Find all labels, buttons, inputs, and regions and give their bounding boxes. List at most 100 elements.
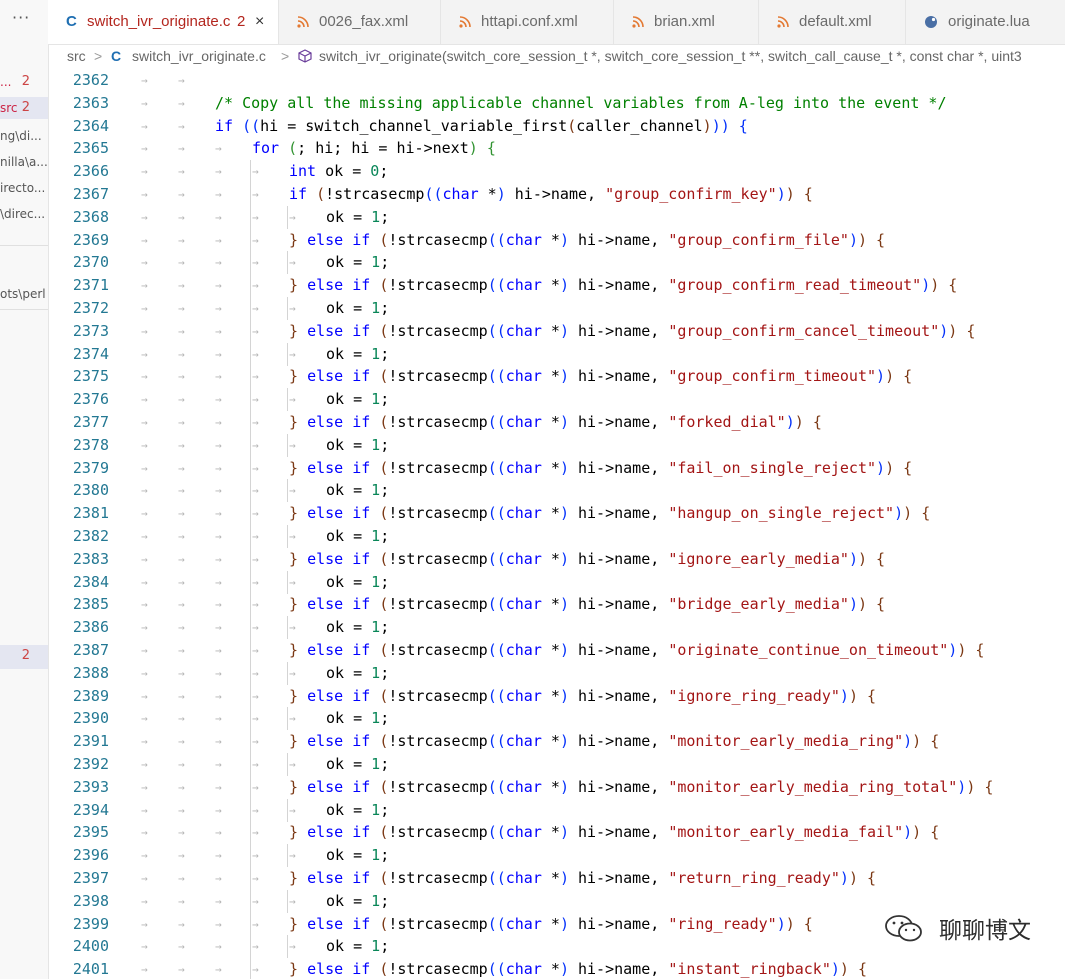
code-line[interactable]: 2370 → → → → → ok = 1; — [48, 251, 1065, 275]
line-number: 2362 — [72, 71, 109, 89]
tab-whitespace-icon: → — [215, 142, 222, 156]
code-line[interactable]: 2378 → → → → → ok = 1; — [48, 433, 1065, 457]
tab-whitespace-icon: → — [141, 712, 148, 726]
indent-guide — [250, 251, 251, 275]
code-line[interactable]: 2362 → → — [48, 69, 1065, 92]
code-line[interactable]: 2365 → → → for (; hi; hi = hi->next) { — [48, 137, 1065, 160]
tab-whitespace-icon: → — [215, 165, 222, 179]
code-line[interactable]: 2394 → → → → → ok = 1; — [48, 798, 1065, 822]
explorer-item[interactable]: ... 2 — [0, 71, 48, 93]
code-line[interactable]: 2380 → → → → → ok = 1; — [48, 479, 1065, 503]
code-line[interactable]: 2384 → → → → → ok = 1; — [48, 570, 1065, 594]
code-line[interactable]: 2369 → → → →} else if (!strcasecmp((char *) … — [48, 228, 1065, 252]
code-line[interactable]: 2385 → → → →} else if (!strcasecmp((char *) … — [48, 593, 1065, 617]
code-editor[interactable]: 2362 → → 2363 → → /* Copy all the missing appl… — [48, 67, 1065, 979]
line-number: 2377 — [72, 413, 109, 431]
code-line[interactable]: 2395 → → → →} else if (!strcasecmp((char *) … — [48, 821, 1065, 845]
indent-guide — [287, 707, 288, 731]
explorer-item[interactable]: nilla\a... — [0, 151, 48, 173]
tab-0026-fax[interactable]: 0026_fax.xml — [279, 0, 441, 44]
tab-brian[interactable]: brian.xml — [614, 0, 759, 44]
explorer-divider — [0, 309, 48, 310]
code-line[interactable]: 2390 → → → → → ok = 1; — [48, 707, 1065, 731]
tab-whitespace-icon: → — [252, 279, 259, 293]
explorer-item[interactable]: \direc... — [0, 203, 48, 225]
tab-whitespace-icon: → — [141, 552, 148, 566]
code-line[interactable]: 2392 → → → → → ok = 1; — [48, 753, 1065, 776]
indent-guide — [250, 319, 251, 343]
code-line[interactable]: 2371 → → → →} else if (!strcasecmp((char *) … — [48, 274, 1065, 298]
code-line[interactable]: 2387 → → → →} else if (!strcasecmp((char *) … — [48, 639, 1065, 662]
explorer-item[interactable]: ots\perl — [0, 283, 48, 305]
code-line[interactable]: 2368 → → → → → ok = 1; — [48, 205, 1065, 229]
tab-whitespace-icon: → — [215, 963, 222, 977]
tab-whitespace-icon: → — [178, 416, 185, 429]
indent-guide — [250, 183, 251, 206]
code-line[interactable]: 2374 → → → → → ok = 1; — [48, 342, 1065, 366]
code-line[interactable]: 2363 → → /* Copy all the missing applicable… — [48, 92, 1065, 115]
tab-whitespace-icon: → — [215, 712, 222, 726]
tab-whitespace-icon: → — [289, 575, 296, 589]
tab-whitespace-icon: → — [141, 917, 148, 931]
indent-guide — [250, 730, 251, 754]
line-number: 2372 — [72, 299, 109, 317]
indent-guide — [287, 844, 288, 868]
indent-guide — [250, 547, 251, 571]
code-text: /* Copy all the missing applicable chann… — [215, 93, 947, 112]
code-line[interactable]: 2372 → → → → → ok = 1; — [48, 297, 1065, 320]
c-file-icon: C — [66, 13, 77, 30]
tab-whitespace-icon: → — [215, 393, 222, 407]
more-actions-icon[interactable]: ··· — [12, 8, 30, 27]
code-line[interactable]: 2377 → → → →} else if (!strcasecmp((char *) … — [48, 411, 1065, 434]
code-line[interactable]: 2398 → → → → → ok = 1; — [48, 889, 1065, 913]
code-line[interactable]: 2386 → → → → → ok = 1; — [48, 616, 1065, 640]
tab-whitespace-icon: → — [252, 438, 259, 452]
explorer-item-src[interactable]: src 2 — [0, 97, 48, 119]
tab-default[interactable]: default.xml — [759, 0, 906, 44]
explorer-item[interactable]: irecto... — [0, 177, 48, 199]
breadcrumb-folder[interactable]: src — [67, 45, 86, 67]
code-line[interactable]: 2366 → → → → int ok = 0; — [48, 160, 1065, 184]
breadcrumb-file[interactable]: switch_ivr_originate.c — [132, 45, 266, 67]
tab-originate-lua[interactable]: originate.lua — [906, 0, 1065, 44]
code-line[interactable]: 2401 → → → →} else if (!strcasecmp((char *) … — [48, 958, 1065, 979]
line-number: 2367 — [72, 185, 109, 203]
explorer-item-label: ots\perl — [0, 287, 46, 301]
tab-whitespace-icon: → — [215, 872, 222, 885]
tab-whitespace-icon: → — [215, 370, 222, 384]
code-line[interactable]: 2397 → → → →} else if (!strcasecmp((char *) … — [48, 867, 1065, 890]
code-text: } else if (!strcasecmp((char *) hi->name… — [289, 732, 940, 751]
code-line[interactable]: 2364 → → if ((hi = switch_channel_variable_… — [48, 115, 1065, 138]
code-text: } else if (!strcasecmp((char *) hi->name… — [289, 595, 886, 614]
line-number: 2376 — [72, 390, 109, 409]
code-line[interactable]: 2393 → → → →} else if (!strcasecmp((char *) … — [48, 775, 1065, 799]
explorer-item[interactable]: 2 — [0, 645, 48, 669]
tab-httapi-conf[interactable]: httapi.conf.xml — [441, 0, 614, 44]
code-line[interactable]: 2389 → → → →} else if (!strcasecmp((char *) … — [48, 684, 1065, 708]
code-line[interactable]: 2376 → → → → → ok = 1; — [48, 388, 1065, 412]
code-line[interactable]: 2381 → → → →} else if (!strcasecmp((char *) … — [48, 502, 1065, 526]
code-line[interactable]: 2383 → → → →} else if (!strcasecmp((char *) … — [48, 547, 1065, 571]
line-number: 2392 — [72, 755, 109, 773]
code-line[interactable]: 2388 → → → → → ok = 1; — [48, 661, 1065, 685]
code-line[interactable]: 2375 → → → →} else if (!strcasecmp((char *) … — [48, 365, 1065, 389]
tab-whitespace-icon: → — [252, 233, 259, 247]
tab-switch-ivr-originate[interactable]: C switch_ivr_originate.c 2 × — [48, 0, 279, 44]
code-line[interactable]: 2379 → → → →} else if (!strcasecmp((char *) … — [48, 456, 1065, 480]
code-line[interactable]: 2373 → → → →} else if (!strcasecmp((char *) … — [48, 319, 1065, 343]
code-text: ok = 1; — [326, 481, 390, 500]
code-line[interactable]: 2396 → → → → → ok = 1; — [48, 844, 1065, 868]
code-line[interactable]: 2391 → → → →} else if (!strcasecmp((char *) … — [48, 730, 1065, 754]
breadcrumb: src > C switch_ivr_originate.c > switch_… — [48, 45, 1065, 67]
code-line[interactable]: 2367 → → → → if (!strcasecmp((char *) hi->nam… — [48, 183, 1065, 206]
line-number: 2388 — [72, 663, 109, 682]
explorer-item[interactable]: ng\di... — [0, 125, 48, 147]
breadcrumb-symbol[interactable]: switch_ivr_originate(switch_core_session… — [319, 45, 1022, 67]
tab-whitespace-icon: → — [252, 894, 259, 908]
rss-icon — [297, 0, 309, 44]
tab-whitespace-icon: → — [178, 256, 185, 270]
tab-whitespace-icon: → — [178, 849, 185, 863]
code-line[interactable]: 2382 → → → → → ok = 1; — [48, 525, 1065, 548]
close-icon[interactable]: × — [255, 0, 264, 44]
tab-whitespace-icon: → — [215, 279, 222, 293]
